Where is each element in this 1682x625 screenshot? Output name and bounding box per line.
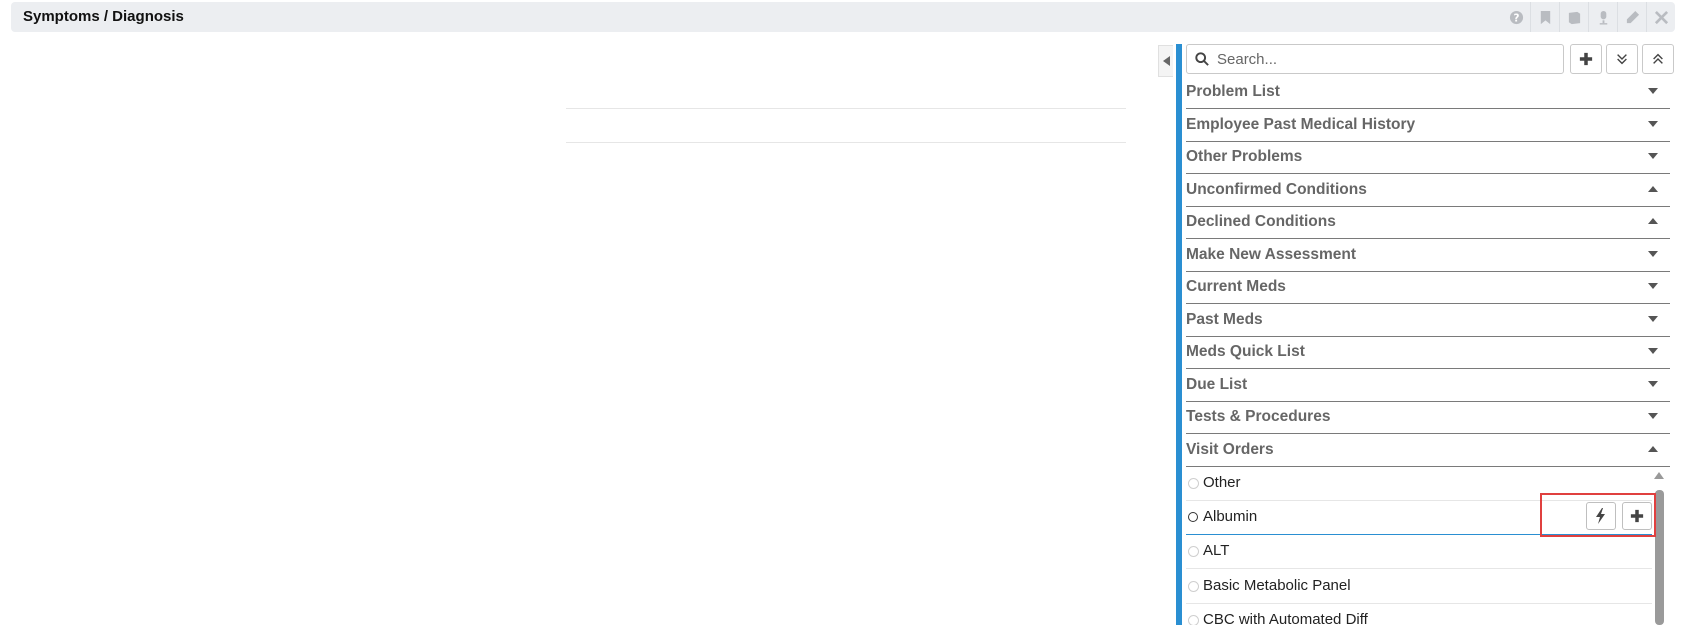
caret-down-icon[interactable]	[1648, 250, 1658, 257]
caret-down-icon[interactable]	[1648, 153, 1658, 159]
title-toolbar: ?	[1502, 2, 1675, 32]
radio-button[interactable]	[1188, 478, 1199, 489]
search-icon	[1195, 52, 1209, 66]
content-divider	[566, 142, 1126, 143]
side-panel: Problem List Employee Past Medical Histor…	[1186, 44, 1674, 625]
list-item[interactable]: Basic Metabolic Panel	[1186, 569, 1652, 604]
pencil-icon[interactable]	[1617, 2, 1646, 32]
window-titlebar: Symptoms / Diagnosis ?	[11, 2, 1675, 32]
section-label: Unconfirmed Conditions	[1186, 180, 1367, 198]
section-header[interactable]: Other Problems	[1186, 141, 1670, 174]
expand-all-button[interactable]	[1606, 44, 1638, 74]
section-header[interactable]: Current Meds	[1186, 271, 1670, 304]
microphone-icon[interactable]	[1588, 2, 1617, 32]
radio-button[interactable]	[1188, 546, 1199, 557]
list-item-label: Other	[1203, 474, 1241, 491]
section-header[interactable]: Meds Quick List	[1186, 336, 1670, 369]
section-header[interactable]: Visit Orders	[1186, 434, 1670, 467]
section-label: Make New Assessment	[1186, 245, 1357, 263]
section-label: Problem List	[1186, 83, 1280, 100]
list-item[interactable]: Other	[1186, 466, 1652, 501]
help-icon[interactable]: ?	[1502, 2, 1530, 32]
section-header[interactable]: Tests & Procedures	[1186, 401, 1670, 434]
list-item[interactable]: ALT	[1186, 534, 1652, 569]
search-row	[1186, 44, 1674, 76]
list-item[interactable]: CBC with Automated Diff	[1186, 603, 1652, 625]
section-label: Meds Quick List	[1186, 343, 1305, 360]
collapse-all-button[interactable]	[1642, 44, 1674, 74]
visit-orders-list: Other Albumin ALT Basic Metabolic Panel	[1186, 466, 1670, 625]
section-label: Current Meds	[1186, 278, 1286, 295]
section-header[interactable]: Problem List	[1186, 76, 1670, 109]
caret-down-icon[interactable]	[1648, 283, 1658, 289]
list-item-label: CBC with Automated Diff	[1203, 611, 1368, 625]
panel-accent-bar	[1176, 44, 1182, 625]
caret-up-icon[interactable]	[1648, 218, 1658, 224]
section-label: Declined Conditions	[1186, 213, 1336, 230]
radio-button[interactable]	[1188, 615, 1199, 625]
search-input[interactable]	[1215, 49, 1559, 69]
list-item[interactable]: Albumin	[1186, 500, 1652, 535]
radio-button[interactable]	[1188, 512, 1198, 522]
section-label: Due List	[1186, 375, 1248, 393]
section-label: Visit Orders	[1186, 440, 1274, 458]
radio-button[interactable]	[1188, 581, 1199, 592]
section-header[interactable]: Make New Assessment	[1186, 239, 1670, 272]
book-icon[interactable]	[1559, 2, 1588, 32]
double-chevron-up-icon	[1653, 53, 1663, 64]
scroll-up-arrow[interactable]	[1654, 472, 1664, 479]
caret-down-icon[interactable]	[1648, 413, 1658, 419]
section-header[interactable]: Unconfirmed Conditions	[1186, 174, 1670, 207]
bookmark-icon[interactable]	[1530, 2, 1559, 32]
section-label: Other Problems	[1186, 148, 1303, 165]
search-box	[1186, 44, 1564, 74]
caret-up-icon	[1654, 472, 1664, 479]
caret-up-icon[interactable]	[1648, 445, 1658, 452]
caret-down-icon[interactable]	[1648, 315, 1658, 322]
add-button[interactable]	[1570, 44, 1602, 74]
list-item-label: ALT	[1203, 542, 1230, 559]
caret-down-icon[interactable]	[1648, 120, 1658, 127]
close-icon[interactable]	[1646, 2, 1675, 32]
row-actions	[1586, 502, 1652, 530]
scrollbar-thumb[interactable]	[1655, 490, 1664, 625]
section-header[interactable]: Employee Past Medical History	[1186, 109, 1670, 142]
quick-order-button[interactable]	[1586, 502, 1616, 530]
section-header[interactable]: Past Meds	[1186, 304, 1670, 337]
window-title: Symptoms / Diagnosis	[23, 8, 184, 25]
caret-down-icon[interactable]	[1648, 88, 1658, 94]
svg-text:?: ?	[1513, 12, 1519, 24]
collapse-panel-button[interactable]	[1158, 45, 1173, 77]
caret-down-icon[interactable]	[1648, 348, 1658, 354]
caret-down-icon[interactable]	[1648, 380, 1658, 387]
section-label: Past Meds	[1186, 310, 1263, 328]
plus-icon	[1630, 509, 1644, 523]
add-order-button[interactable]	[1622, 502, 1652, 530]
list-item-label: Basic Metabolic Panel	[1203, 577, 1351, 594]
section-label: Tests & Procedures	[1186, 408, 1331, 425]
chevron-left-icon	[1162, 56, 1170, 66]
double-chevron-down-icon	[1617, 54, 1627, 65]
caret-up-icon[interactable]	[1648, 185, 1658, 192]
lightning-icon	[1596, 508, 1605, 524]
section-header[interactable]: Declined Conditions	[1186, 206, 1670, 239]
plus-icon	[1579, 52, 1593, 66]
section-label: Employee Past Medical History	[1186, 115, 1416, 133]
content-divider	[566, 108, 1126, 109]
section-header[interactable]: Due List	[1186, 369, 1670, 402]
list-item-label: Albumin	[1203, 508, 1258, 525]
